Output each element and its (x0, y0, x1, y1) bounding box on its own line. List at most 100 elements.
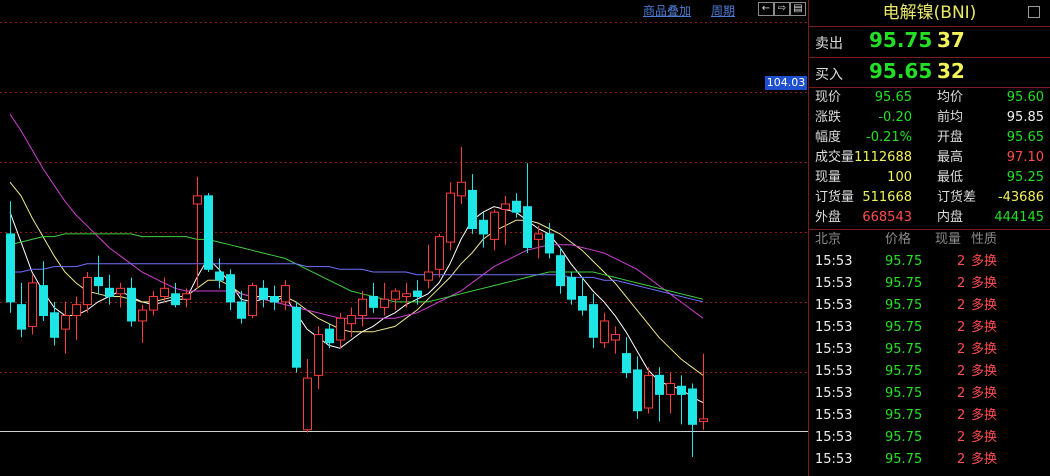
scroll-right-button[interactable]: ⇨ (774, 2, 790, 16)
menu-button[interactable]: ▤ (790, 2, 806, 16)
candle[interactable] (644, 367, 653, 414)
candlestick-chart[interactable]: 商品叠加 周期 ← ⇨ ▤ 104.03 (0, 0, 808, 476)
candle[interactable] (556, 247, 565, 294)
trade-row[interactable]: 15:53 95.75 2 多换 (809, 273, 1050, 295)
trade-row[interactable]: 15:53 95.75 2 多换 (809, 427, 1050, 449)
candle[interactable] (369, 282, 378, 313)
candle[interactable] (380, 282, 389, 316)
candle[interactable] (523, 163, 532, 253)
candle[interactable] (94, 255, 103, 294)
stats-label: 最高 (937, 150, 964, 165)
quote-panel: 电解镍(BNI) 卖出 95.75 37 买入 95.65 32 现价 95.65… (808, 0, 1050, 476)
trade-type: 多换 (971, 342, 998, 357)
candle[interactable] (391, 288, 400, 311)
candle-body (105, 287, 114, 297)
trade-row[interactable]: 15:53 95.75 2 多换 (809, 361, 1050, 383)
candle[interactable] (578, 277, 587, 316)
candle[interactable] (248, 282, 257, 319)
stats-row: 涨跌 -0.20 前均 95.85 (809, 108, 1050, 128)
candle[interactable] (226, 269, 235, 311)
candle[interactable] (446, 182, 455, 251)
candle[interactable] (457, 146, 466, 204)
trade-row[interactable]: 15:53 95.75 2 多换 (809, 405, 1050, 427)
candle[interactable] (611, 326, 620, 354)
candle[interactable] (468, 174, 477, 234)
candle-body (237, 301, 246, 319)
candle[interactable] (127, 277, 136, 327)
candle[interactable] (545, 223, 554, 259)
sell-label: 卖出 (815, 36, 843, 52)
candle[interactable] (633, 356, 642, 419)
trade-volume: 2 (957, 298, 966, 313)
trade-row[interactable]: 15:53 95.75 2 多换 (809, 383, 1050, 405)
candle-body (226, 274, 235, 303)
period-link[interactable]: 周期 (711, 2, 735, 19)
stats-label: 订货量 (815, 190, 855, 205)
candle-body (39, 285, 48, 317)
candle[interactable] (149, 291, 158, 316)
trade-row[interactable]: 15:53 95.75 2 多换 (809, 251, 1050, 273)
candle-body (391, 290, 400, 300)
candle[interactable] (72, 296, 81, 340)
overlay-link[interactable]: 商品叠加 (643, 2, 691, 19)
candle[interactable] (83, 272, 92, 313)
candle[interactable] (655, 367, 664, 422)
candle[interactable] (501, 195, 510, 245)
candle[interactable] (622, 337, 631, 379)
window-box-icon[interactable] (1028, 6, 1040, 18)
stats-row: 幅度 -0.21% 开盘 95.65 (809, 128, 1050, 148)
trades-header-time: 北京 (815, 232, 842, 247)
candle[interactable] (61, 301, 70, 354)
candle[interactable] (512, 193, 521, 218)
candle[interactable] (292, 301, 301, 373)
scroll-left-button[interactable]: ← (758, 2, 774, 16)
candle[interactable] (204, 193, 213, 272)
candle[interactable] (116, 282, 125, 308)
trade-row[interactable]: 15:53 95.75 2 多换 (809, 317, 1050, 339)
candle[interactable] (259, 280, 268, 308)
candle[interactable] (303, 359, 312, 433)
candle[interactable] (336, 312, 345, 349)
candle-body (303, 377, 312, 431)
chart-canvas[interactable] (0, 0, 808, 476)
candle[interactable] (402, 282, 411, 308)
candle[interactable] (39, 261, 48, 321)
candle[interactable] (215, 258, 224, 289)
trade-row[interactable]: 15:53 95.75 2 多换 (809, 339, 1050, 361)
candle[interactable] (105, 274, 114, 305)
candle-body (479, 219, 488, 235)
candle-body (83, 276, 92, 306)
trade-row[interactable]: 15:53 95.75 2 多换 (809, 449, 1050, 471)
candle-body (61, 315, 70, 330)
candle[interactable] (314, 326, 323, 389)
candle[interactable] (699, 353, 708, 430)
stats-value: 100 (887, 170, 912, 185)
trade-price: 95.75 (885, 386, 923, 401)
ma-line-ma5 (9, 206, 704, 404)
candle[interactable] (347, 307, 356, 338)
stats-value: -43686 (997, 190, 1044, 205)
candle-body (94, 276, 103, 287)
candle[interactable] (138, 304, 147, 343)
candle[interactable] (666, 372, 675, 414)
candle[interactable] (50, 301, 59, 346)
candle[interactable] (677, 375, 686, 425)
trade-volume: 2 (957, 276, 966, 291)
candle[interactable] (325, 323, 334, 349)
candle[interactable] (688, 383, 697, 457)
candle[interactable] (424, 244, 433, 289)
trade-time: 15:53 (815, 320, 853, 335)
candle[interactable] (490, 209, 499, 251)
candle[interactable] (270, 285, 279, 311)
candle[interactable] (413, 280, 422, 305)
candle[interactable] (17, 282, 26, 338)
candle[interactable] (28, 274, 37, 335)
candle[interactable] (589, 293, 598, 349)
candle-body (358, 298, 367, 317)
candle[interactable] (600, 312, 609, 349)
candle[interactable] (358, 291, 367, 327)
candle[interactable] (6, 201, 15, 313)
candle[interactable] (435, 233, 444, 278)
candle[interactable] (171, 282, 180, 308)
trade-row[interactable]: 15:53 95.75 2 多换 (809, 295, 1050, 317)
